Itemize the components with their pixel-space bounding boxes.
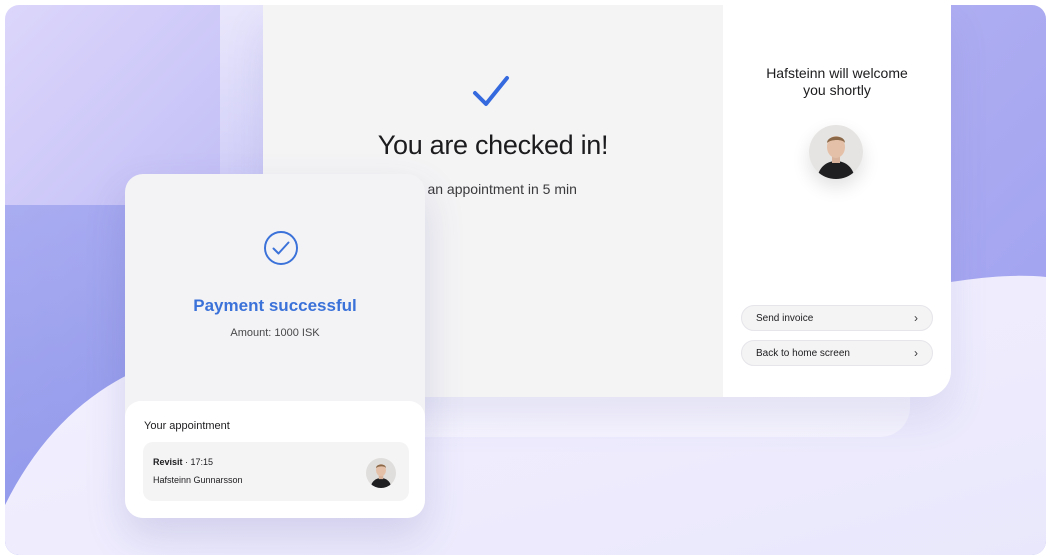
appointment-section: Your appointment Revisit · 17:15 Hafstei… xyxy=(125,401,425,518)
check-circle-icon xyxy=(264,231,298,265)
checkin-title: You are checked in! xyxy=(377,130,609,160)
payment-title: Payment successful xyxy=(193,296,357,315)
send-invoice-label: Send invoice xyxy=(756,312,814,324)
back-home-button[interactable]: Back to home screen › xyxy=(741,340,933,366)
appointment-staff: Hafsteinn Gunnarsson xyxy=(153,475,243,485)
payment-amount: Amount: 1000 ISK xyxy=(230,327,320,339)
welcome-message: Hafsteinn will welcome you shortly xyxy=(723,65,951,99)
send-invoice-button[interactable]: Send invoice › xyxy=(741,305,933,331)
background-stage: You are checked in! ave an appointment i… xyxy=(5,5,1046,555)
person-avatar-icon xyxy=(366,458,396,488)
appointment-time: · 17:15 xyxy=(182,457,214,467)
welcome-panel: Hafsteinn will welcome you shortly Send … xyxy=(723,5,951,397)
welcome-line-2: you shortly xyxy=(803,82,871,98)
avatar xyxy=(366,458,396,488)
back-home-label: Back to home screen xyxy=(756,347,850,359)
appointment-item[interactable]: Revisit · 17:15 Hafsteinn Gunnarsson xyxy=(143,442,409,501)
chevron-right-icon: › xyxy=(914,311,918,325)
appointment-type-label: Revisit xyxy=(153,457,183,467)
check-icon xyxy=(473,76,509,106)
avatar xyxy=(809,125,863,179)
appointment-heading: Your appointment xyxy=(144,420,230,432)
appointment-type: Revisit · 17:15 xyxy=(153,457,213,467)
person-avatar-icon xyxy=(809,125,863,179)
chevron-right-icon: › xyxy=(914,346,918,360)
welcome-line-1: Hafsteinn will welcome xyxy=(766,65,908,81)
payment-card: Payment successful Amount: 1000 ISK Your… xyxy=(125,174,425,518)
